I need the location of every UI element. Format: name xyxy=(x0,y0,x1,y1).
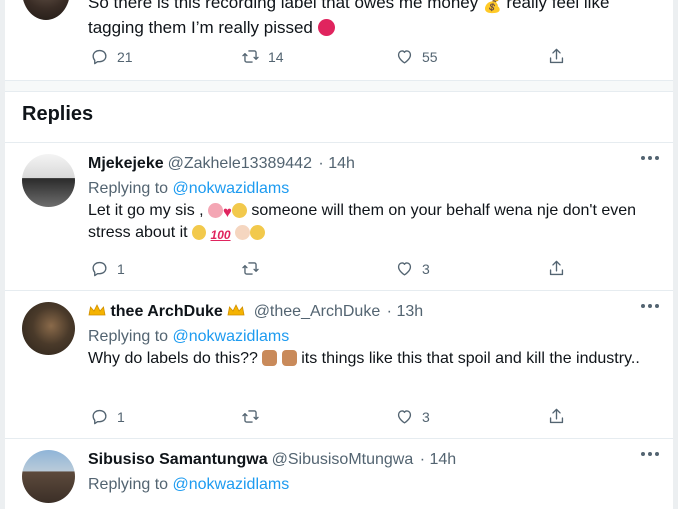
mention-link[interactable]: @nokwazidlams xyxy=(173,328,290,345)
like-button[interactable]: 3 xyxy=(395,259,430,278)
reply-button[interactable]: 21 xyxy=(90,47,133,66)
replying-prefix: Replying to xyxy=(88,180,169,197)
share-button[interactable] xyxy=(547,47,566,66)
replying-to: Replying to @nokwazidlams xyxy=(88,179,289,199)
display-name[interactable]: Sibusiso Samantungwa xyxy=(88,451,268,468)
reply-text: Let it go my sis , ♥ someone will them o… xyxy=(88,200,648,244)
reply-button[interactable]: 1 xyxy=(90,259,125,278)
reply-count: 1 xyxy=(117,408,125,425)
hundred-points-emoji: 100 xyxy=(210,228,231,242)
more-icon[interactable] xyxy=(641,452,659,456)
reply-count: 21 xyxy=(117,48,133,65)
flower-emoji xyxy=(208,203,224,218)
like-button[interactable]: 55 xyxy=(395,47,438,66)
reply-text-part: Let it go my sis , xyxy=(88,202,204,219)
victory-hand-emoji xyxy=(192,225,207,240)
retweet-button[interactable] xyxy=(241,259,268,278)
avatar[interactable] xyxy=(22,302,75,355)
folded-hands-emoji xyxy=(231,203,247,218)
tweet-text: So there is this recording label that ow… xyxy=(88,0,648,40)
tweet-text-part: So there is this recording label that ow… xyxy=(88,0,479,12)
avatar[interactable] xyxy=(22,450,75,503)
reply-text-part: its things like this that spoil and kill… xyxy=(301,350,640,367)
section-divider xyxy=(5,80,673,92)
mention-link[interactable]: @nokwazidlams xyxy=(173,180,290,197)
replying-to: Replying to @nokwazidlams xyxy=(88,475,289,495)
like-icon xyxy=(397,410,412,424)
reply-count: 1 xyxy=(117,260,125,277)
retweet-icon xyxy=(242,262,259,275)
replies-heading: Replies xyxy=(22,103,94,125)
share-icon xyxy=(549,48,564,64)
heart-emoji: ♥ xyxy=(223,204,232,221)
share-icon xyxy=(549,408,564,424)
reply-button[interactable]: 1 xyxy=(90,407,125,426)
folded-hands-emoji xyxy=(250,225,265,240)
display-name[interactable]: Mjekejeke xyxy=(88,155,164,172)
more-icon[interactable] xyxy=(641,156,659,160)
right-frame xyxy=(673,0,678,509)
clapping-hands-emoji xyxy=(235,225,250,240)
like-button[interactable]: 3 xyxy=(395,407,430,426)
retweet-icon xyxy=(242,410,259,423)
reply-actions: 1 3 xyxy=(5,407,673,431)
user-handle[interactable]: @thee_ArchDuke xyxy=(254,303,381,320)
retweet-icon xyxy=(242,50,259,63)
retweet-button[interactable] xyxy=(241,407,268,426)
display-name[interactable]: thee ArchDuke xyxy=(110,303,222,320)
timestamp[interactable]: · 13h xyxy=(387,303,423,320)
reply-text: Why do labels do this?? its things like … xyxy=(88,348,648,370)
like-count: 3 xyxy=(422,408,430,425)
crown-emoji xyxy=(227,304,245,316)
person-facepalming-emoji xyxy=(262,350,278,366)
reply-tweet[interactable]: Mjekejeke @Zakhele13389442 · 14h Replying… xyxy=(5,142,673,290)
avatar[interactable] xyxy=(22,154,75,207)
avatar[interactable] xyxy=(22,0,70,20)
like-count: 55 xyxy=(422,48,438,65)
reply-tweet[interactable]: Sibusiso Samantungwa @SibusisoMtungwa · 1… xyxy=(5,438,673,509)
retweet-button[interactable]: 14 xyxy=(241,47,284,66)
replying-to: Replying to @nokwazidlams xyxy=(88,327,289,347)
more-icon[interactable] xyxy=(641,304,659,308)
reply-icon xyxy=(92,409,107,425)
replying-prefix: Replying to xyxy=(88,476,169,493)
timestamp[interactable]: · 14h xyxy=(420,451,456,468)
retweet-count: 14 xyxy=(268,48,284,65)
replying-prefix: Replying to xyxy=(88,328,169,345)
reply-text-part: Why do labels do this?? xyxy=(88,350,258,367)
person-facepalming-emoji xyxy=(281,350,297,366)
like-count: 3 xyxy=(422,260,430,277)
like-icon xyxy=(397,262,412,276)
share-icon xyxy=(549,260,564,276)
reply-actions: 1 3 xyxy=(5,259,673,283)
money-bag-emoji: 💰 xyxy=(483,0,502,14)
like-icon xyxy=(397,50,412,64)
reply-icon xyxy=(92,49,107,65)
reply-header: Sibusiso Samantungwa @SibusisoMtungwa · 1… xyxy=(88,450,456,470)
reply-tweet[interactable]: thee ArchDuke @thee_ArchDuke · 13h Reply… xyxy=(5,290,673,438)
crown-emoji xyxy=(88,304,106,316)
share-button[interactable] xyxy=(547,407,566,426)
share-button[interactable] xyxy=(547,259,566,278)
parent-tweet[interactable]: So there is this recording label that ow… xyxy=(5,0,673,80)
reply-icon xyxy=(92,261,107,277)
reply-header: thee ArchDuke @thee_ArchDuke · 13h xyxy=(88,302,423,322)
mention-link[interactable]: @nokwazidlams xyxy=(173,476,290,493)
timestamp[interactable]: · 14h xyxy=(318,155,354,172)
tweet-actions: 21 14 55 xyxy=(5,47,673,71)
reply-header: Mjekejeke @Zakhele13389442 · 14h xyxy=(88,154,355,174)
user-handle[interactable]: @Zakhele13389442 xyxy=(168,155,312,172)
user-handle[interactable]: @SibusisoMtungwa xyxy=(272,451,414,468)
angry-face-emoji xyxy=(317,19,335,36)
